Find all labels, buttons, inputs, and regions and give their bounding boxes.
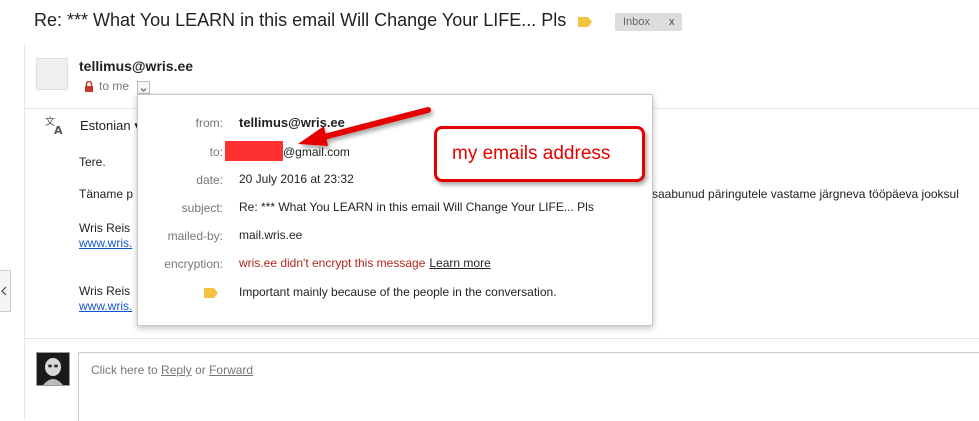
annotation-arrow — [298, 107, 431, 146]
email-subject: Re: *** What You LEARN in this email Wil… — [34, 10, 567, 30]
sender-avatar — [36, 58, 68, 90]
reply-prefix: Click here to — [91, 363, 158, 377]
to-label: to: — [209, 145, 223, 159]
from-label: from: — [195, 116, 223, 130]
signature-name: Wris Reis — [79, 221, 131, 235]
inbox-label-badge: Inbox x — [615, 13, 683, 31]
redaction-mark — [225, 141, 283, 161]
side-panel-toggle[interactable] — [0, 270, 11, 312]
subject-value: Re: *** What You LEARN in this email Wil… — [239, 200, 594, 214]
remove-label-button[interactable]: x — [669, 16, 675, 28]
user-avatar — [36, 352, 70, 386]
encryption-value: wris.ee didn't encrypt this message Learn… — [239, 256, 491, 270]
signature-name-2: Wris Reis — [79, 284, 131, 298]
reply-or: or — [195, 363, 206, 377]
encryption-status: wris.ee didn't encrypt this message — [239, 256, 426, 270]
importance-reason: Important mainly because of the people i… — [239, 285, 557, 299]
date-value: 20 July 2016 at 23:32 — [239, 172, 354, 186]
content-border — [24, 44, 25, 420]
translate-icon: 文 A — [45, 115, 63, 136]
show-details-button[interactable] — [137, 81, 150, 94]
svg-text:A: A — [54, 124, 63, 136]
recipient-summary: to me — [99, 79, 130, 93]
inbox-label: Inbox — [623, 16, 650, 28]
body-greeting: Tere. — [79, 155, 106, 169]
annotation-text: my emails address — [452, 143, 611, 164]
reply-prompt: Click here to Reply or Forward — [91, 363, 253, 377]
mailed-by-value: mail.wris.ee — [239, 228, 303, 242]
message-divider — [24, 338, 979, 339]
learn-more-link[interactable]: Learn more — [429, 256, 490, 270]
label-tag-icon[interactable] — [578, 17, 592, 27]
date-label: date: — [196, 173, 223, 187]
importance-marker-icon — [204, 288, 218, 298]
lock-icon — [85, 81, 93, 92]
signature-link[interactable]: www.wris. — [79, 236, 132, 250]
user-photo — [37, 353, 69, 385]
subject-label: subject: — [181, 201, 223, 215]
annotation-callout: my emails address — [434, 126, 645, 182]
reply-link[interactable]: Reply — [161, 363, 192, 377]
body-line-end: saabunud päringutele vastame järgneva tö… — [652, 187, 959, 201]
signature-link-2[interactable]: www.wris. — [79, 299, 132, 313]
body-line-start: Täname p — [79, 187, 134, 201]
sender-name[interactable]: tellimus@wris.ee — [79, 58, 193, 74]
subject-bar: Re: *** What You LEARN in this email Wil… — [0, 0, 979, 44]
forward-link[interactable]: Forward — [209, 363, 253, 377]
encryption-label: encryption: — [164, 257, 223, 271]
reply-box[interactable]: Click here to Reply or Forward — [78, 352, 979, 421]
translate-language-select[interactable]: Estonian ▾ — [80, 118, 141, 134]
chevron-left-icon — [1, 286, 7, 296]
mailed-by-label: mailed-by: — [167, 229, 223, 243]
